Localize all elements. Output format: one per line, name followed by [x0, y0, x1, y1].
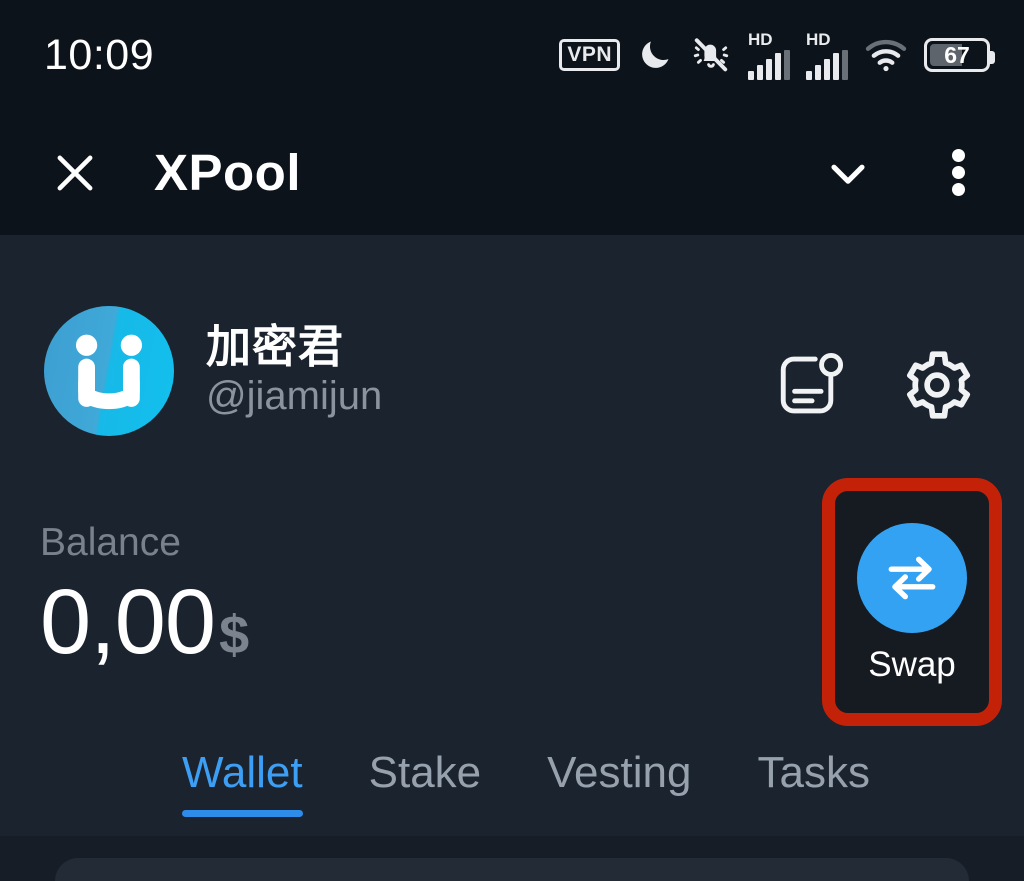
- tab-bar: Wallet Stake Vesting Tasks: [0, 748, 1024, 836]
- swap-button-label: Swap: [868, 644, 956, 684]
- balance-value: 0,00: [40, 571, 216, 673]
- profile-header[interactable]: 加密君 @jiamijun: [44, 306, 382, 436]
- avatar[interactable]: [44, 306, 174, 436]
- vpn-icon-label: VPN: [559, 39, 620, 71]
- news-notification-icon[interactable]: [770, 344, 852, 426]
- status-bar-clock: 10:09: [44, 30, 155, 79]
- profile-text: 加密君 @jiamijun: [206, 323, 382, 418]
- signal-sim2-hd-label: HD: [806, 29, 831, 49]
- close-button[interactable]: [40, 138, 110, 208]
- signal-sim1-icon: HD: [748, 31, 790, 80]
- app-bar-actions: [812, 137, 994, 209]
- swap-button[interactable]: Swap: [822, 478, 1002, 726]
- battery-level-label: 67: [944, 41, 970, 68]
- profile-handle: @jiamijun: [206, 373, 383, 418]
- do-not-disturb-moon-icon: [636, 36, 674, 74]
- app-screen: 10:09 VPN HD HD 67 XPool 加密君 @jiamijun B…: [0, 0, 1024, 881]
- signal-sim2-icon: HD: [806, 31, 848, 80]
- vibrate-muted-bell-icon: [690, 35, 732, 75]
- balance-currency-symbol: $: [219, 605, 250, 665]
- wallet-content-card[interactable]: [55, 858, 969, 881]
- battery-icon: 67: [924, 38, 995, 72]
- swap-arrows-icon[interactable]: [857, 522, 967, 633]
- status-bar: 10:09 VPN HD HD 67: [0, 0, 1024, 110]
- balance-label: Balance: [40, 521, 181, 564]
- balance-block: Balance 0,00 $: [40, 523, 249, 668]
- settings-gear-icon[interactable]: [896, 344, 978, 426]
- profile-display-name: 加密君: [206, 321, 345, 373]
- status-bar-icons: VPN HD HD 67: [559, 31, 995, 80]
- wifi-icon: [864, 36, 908, 74]
- app-bar: XPool: [0, 110, 1024, 235]
- signal-sim2-bars: [806, 49, 848, 80]
- page-title: XPool: [154, 144, 302, 201]
- profile-actions: [770, 344, 978, 426]
- more-options-kebab-icon[interactable]: [922, 137, 994, 209]
- tab-vesting[interactable]: Vesting: [547, 748, 691, 817]
- tab-wallet[interactable]: Wallet: [182, 748, 303, 818]
- vpn-icon: VPN: [559, 39, 620, 71]
- signal-sim1-hd-label: HD: [748, 29, 773, 49]
- tab-stake[interactable]: Stake: [369, 748, 482, 817]
- chevron-down-icon[interactable]: [812, 137, 884, 209]
- balance-row: 0,00 $: [40, 576, 249, 668]
- signal-sim1-bars: [748, 49, 790, 80]
- tab-tasks[interactable]: Tasks: [757, 748, 869, 817]
